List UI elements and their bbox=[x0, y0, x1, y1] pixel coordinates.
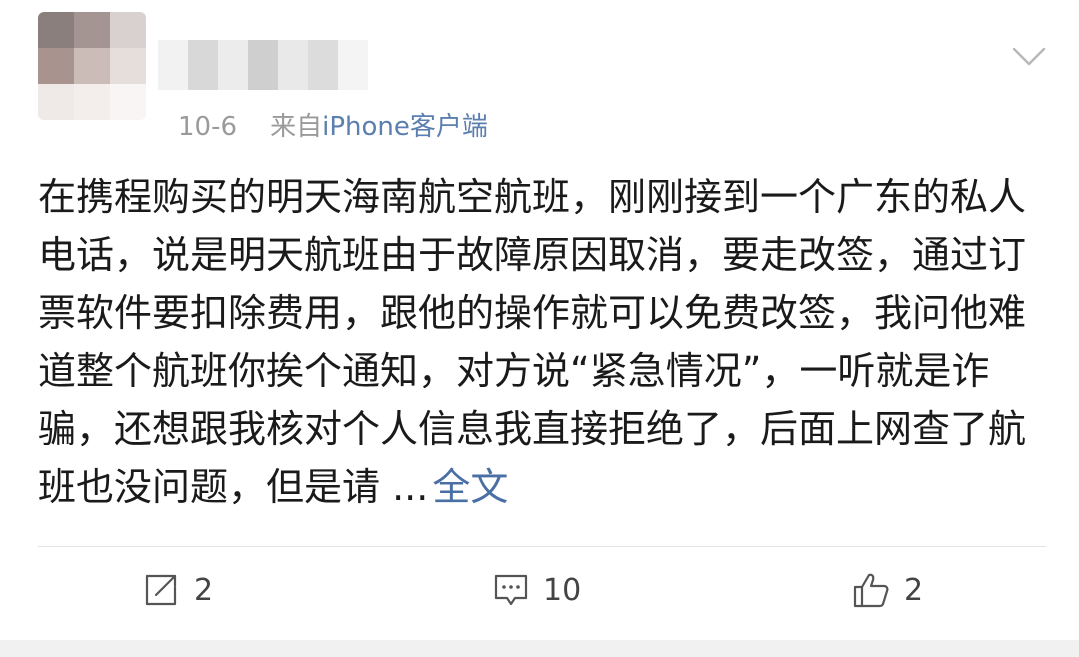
post-meta: 10-6 来自iPhone客户端 bbox=[178, 106, 488, 143]
repost-count: 2 bbox=[194, 572, 214, 608]
avatar[interactable] bbox=[38, 12, 146, 120]
comment-button[interactable]: 10 bbox=[493, 560, 581, 620]
chevron-down-icon[interactable] bbox=[1012, 46, 1046, 68]
comment-count: 10 bbox=[543, 572, 582, 608]
post-content[interactable]: 在携程购买的明天海南航空航班，刚刚接到一个广东的私人电话，说是明天航班由于故障原… bbox=[38, 168, 1048, 516]
expand-full-text-link[interactable]: 全文 bbox=[432, 465, 508, 509]
divider bbox=[38, 546, 1046, 547]
source-prefix: 来自 bbox=[270, 112, 323, 142]
like-button[interactable]: 2 bbox=[852, 560, 923, 620]
repost-button[interactable]: 2 bbox=[144, 560, 213, 620]
weibo-post-card: 10-6 来自iPhone客户端 在携程购买的明天海南航空航班，刚刚接到一个广东… bbox=[0, 0, 1079, 640]
feed-separator bbox=[0, 640, 1079, 657]
post-source[interactable]: iPhone客户端 bbox=[322, 112, 488, 142]
comment-icon bbox=[494, 574, 528, 606]
like-count: 2 bbox=[904, 572, 924, 608]
post-time: 10-6 bbox=[178, 112, 238, 142]
share-icon bbox=[145, 574, 177, 606]
thumbs-up-icon bbox=[853, 573, 889, 608]
username-blurred[interactable] bbox=[158, 40, 368, 90]
action-bar: 2 10 2 bbox=[0, 560, 1079, 620]
post-text: 在携程购买的明天海南航空航班，刚刚接到一个广东的私人电话，说是明天航班由于故障原… bbox=[38, 175, 1027, 509]
